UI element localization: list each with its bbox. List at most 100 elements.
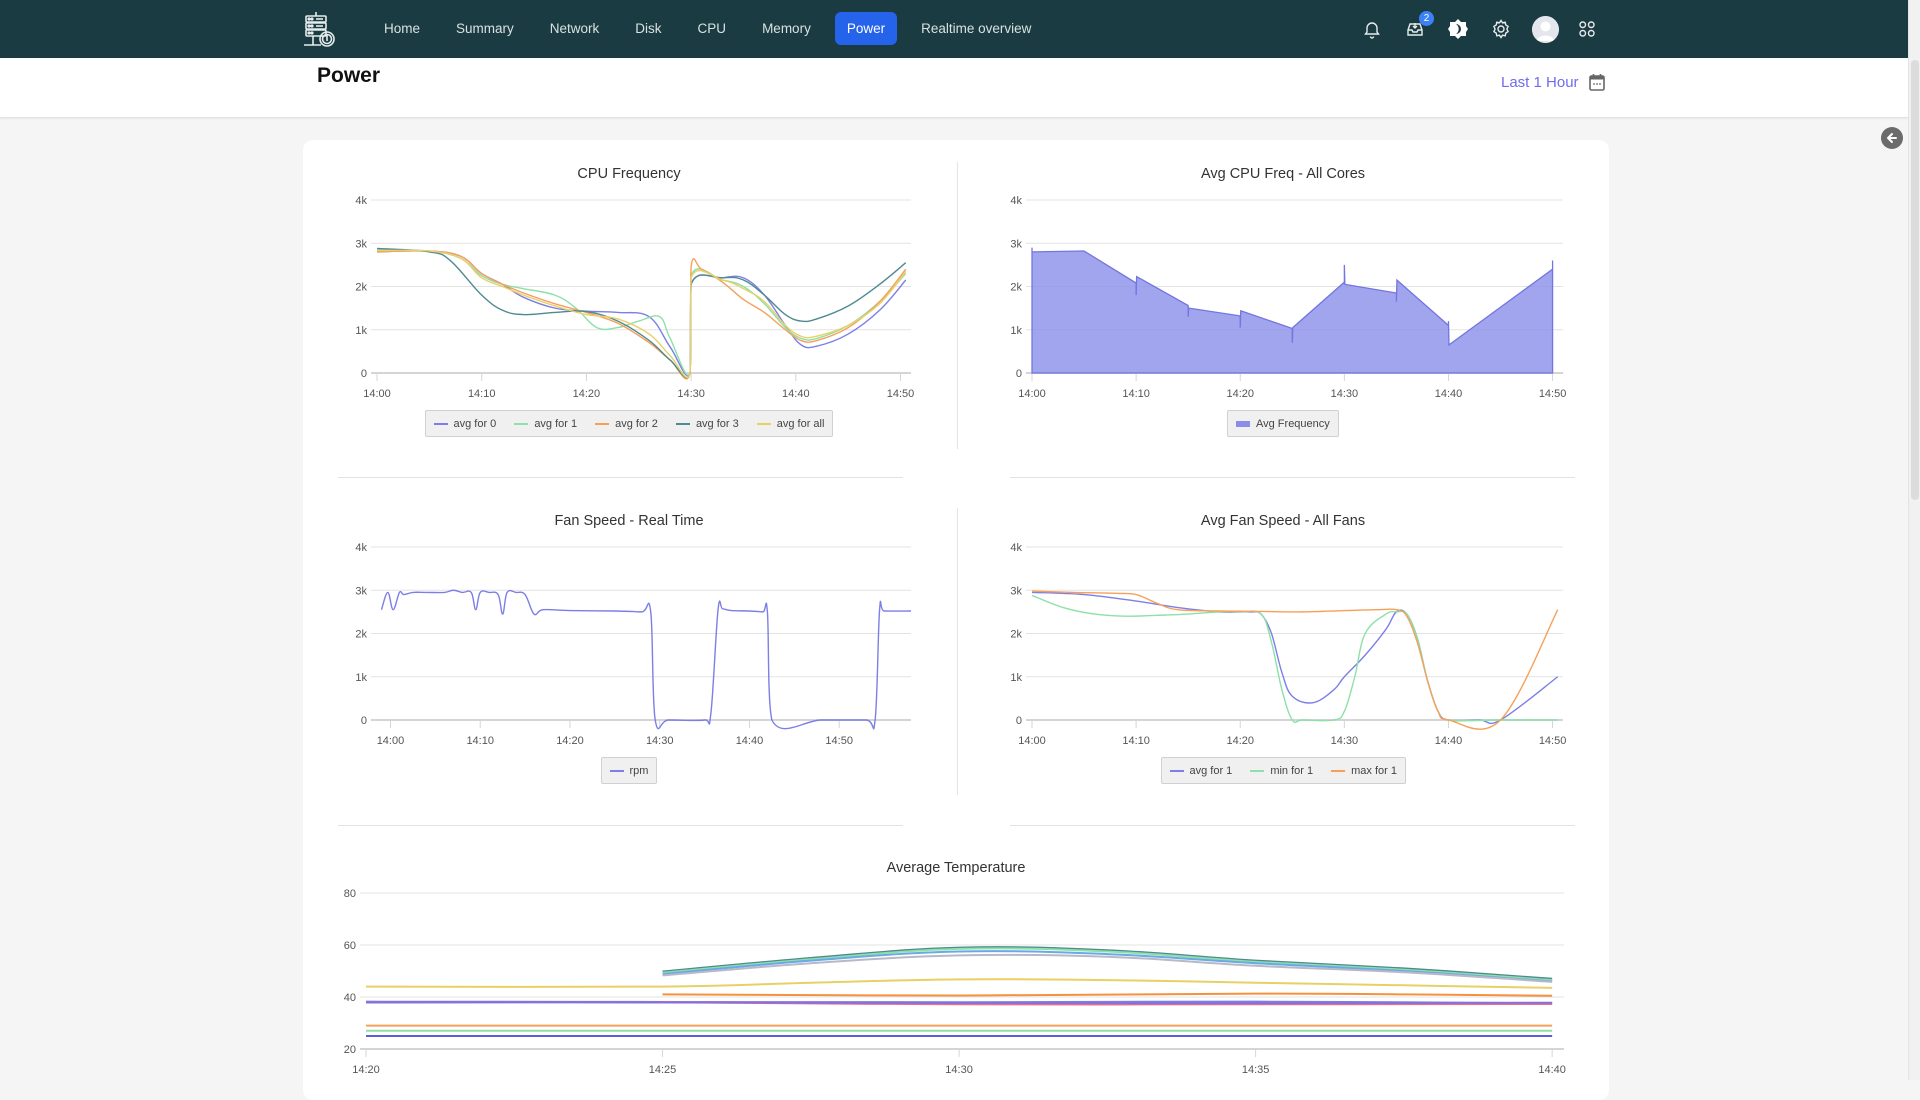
y-tick-label: 3k xyxy=(355,238,367,250)
nav-item-disk[interactable]: Disk xyxy=(623,12,673,45)
x-tick-label: 14:40 xyxy=(782,388,810,400)
y-tick-label: 1k xyxy=(355,325,367,337)
legend-swatch xyxy=(609,769,624,772)
series-line[interactable] xyxy=(662,950,1553,983)
y-tick-label: 0 xyxy=(361,368,367,380)
legend-item[interactable]: Avg Frequency xyxy=(1236,418,1330,430)
chart-avg-fan-speed: 0 1k 2k 3k 4k 14:00 14:10 14:20 14:30 14:40 14:50 xyxy=(1010,542,1566,747)
legend-item[interactable]: avg for 1 xyxy=(1169,764,1233,777)
x-tick-label: 14:20 xyxy=(573,388,601,400)
series-line[interactable] xyxy=(662,992,1553,997)
page-scrollbar[interactable] xyxy=(1908,0,1920,1080)
y-tick-label: 4k xyxy=(1010,542,1022,554)
x-tick-label: 14:40 xyxy=(736,735,764,747)
y-tick-label: 3k xyxy=(1010,238,1022,250)
x-tick-label: 14:00 xyxy=(1018,388,1046,400)
vertical-divider xyxy=(957,162,958,449)
y-tick-label: 3k xyxy=(355,585,367,597)
legend-item[interactable]: avg for 3 xyxy=(675,417,739,430)
gear-icon[interactable] xyxy=(1489,17,1513,41)
y-tick-label: 80 xyxy=(344,888,356,900)
nav-item-realtime-overview[interactable]: Realtime overview xyxy=(909,12,1043,45)
y-tick-label: 1k xyxy=(1010,672,1022,684)
series-line[interactable] xyxy=(376,250,907,377)
vertical-divider xyxy=(957,508,958,795)
y-tick-label: 2k xyxy=(1010,282,1022,294)
legend-swatch xyxy=(514,422,529,425)
legend-item[interactable]: avg for 0 xyxy=(433,418,496,430)
x-tick-label: 14:40 xyxy=(1538,1064,1566,1076)
legend-label: avg for 3 xyxy=(695,417,739,430)
avatar[interactable] xyxy=(1532,15,1559,43)
scrollbar-thumb[interactable] xyxy=(1911,60,1919,500)
legend-item[interactable]: avg for 1 xyxy=(514,418,577,430)
arrow-left-icon xyxy=(1887,133,1897,143)
x-tick-label: 14:00 xyxy=(363,388,391,400)
x-tick-label: 14:10 xyxy=(1122,735,1150,747)
legend-item[interactable]: avg for all xyxy=(756,417,825,430)
chart-fan-speed-rt: 0 1k 2k 3k 4k 14:00 14:10 14:20 14:30 14:40 14:50 xyxy=(355,542,912,747)
legend-swatch xyxy=(1236,420,1250,427)
legend-swatch xyxy=(1250,769,1265,772)
collapse-back-button[interactable] xyxy=(1881,127,1903,149)
series-line[interactable] xyxy=(376,250,907,380)
time-range-selector[interactable]: Last 1 Hour xyxy=(1501,73,1605,91)
calendar-icon xyxy=(1588,74,1605,91)
x-tick-label: 14:50 xyxy=(825,735,853,747)
x-tick-label: 14:50 xyxy=(887,388,915,400)
series-line[interactable] xyxy=(376,249,907,376)
y-tick-label: 0 xyxy=(361,715,367,727)
legend-item[interactable]: avg for 2 xyxy=(595,418,658,430)
series-line[interactable] xyxy=(1031,590,1559,730)
nav-item-cpu[interactable]: CPU xyxy=(686,12,739,45)
legend-item[interactable]: min for 1 xyxy=(1250,765,1313,777)
legend-swatch xyxy=(1331,769,1346,772)
chart-title: Avg Fan Speed - All Fans xyxy=(1200,513,1366,529)
y-tick-label: 4k xyxy=(1010,195,1022,207)
legend-item[interactable]: rpm xyxy=(609,764,649,777)
inbox-download-icon[interactable]: 2 xyxy=(1403,11,1434,41)
y-tick-label: 4k xyxy=(355,195,367,207)
nav-item-summary[interactable]: Summary xyxy=(444,12,526,45)
y-tick-label: 2k xyxy=(355,629,367,641)
nav-item-power[interactable]: Power xyxy=(834,12,898,45)
server-monitor-logo[interactable] xyxy=(303,10,339,48)
series-line[interactable] xyxy=(365,978,1553,989)
main-nav: Home Summary Network Disk CPU Memory Power Real… xyxy=(372,12,1055,45)
time-range-label: Last 1 Hour xyxy=(1501,73,1579,91)
apps-grid-icon[interactable] xyxy=(1575,17,1599,41)
legend-label: rpm xyxy=(629,764,649,777)
legend-label: avg for all xyxy=(776,417,825,430)
chart-cpu-freq: 0 1k 2k 3k 4k 14:00 14:10 14:20 14:30 14:40 14:50 xyxy=(355,195,915,400)
legend-label: max for 1 xyxy=(1351,764,1397,777)
legend-swatch xyxy=(756,422,771,425)
nav-item-memory[interactable]: Memory xyxy=(750,12,823,45)
row-divider xyxy=(338,477,903,478)
legend-item[interactable]: max for 1 xyxy=(1331,765,1397,777)
x-tick-label: 14:50 xyxy=(1539,388,1567,400)
nav-item-home[interactable]: Home xyxy=(372,12,432,45)
y-tick-label: 4k xyxy=(355,542,367,554)
theme-toggle-icon[interactable] xyxy=(1446,17,1470,41)
series-line[interactable] xyxy=(380,589,912,730)
bell-icon[interactable] xyxy=(1360,17,1384,41)
legend-label: avg for 1 xyxy=(1189,764,1233,777)
series-area[interactable] xyxy=(1031,247,1554,374)
y-tick-label: 1k xyxy=(1010,325,1022,337)
series-line[interactable] xyxy=(1031,594,1558,724)
series-line[interactable] xyxy=(365,1001,1553,1005)
chart-legend: avg for 0 avg for 1 avg for 2 avg for 3 avg … xyxy=(424,410,834,437)
chart-avg-cpu-freq: 0 1k 2k 3k 4k 14:00 14:10 14:20 14:30 14:40 14:50 xyxy=(1010,195,1567,400)
x-tick-label: 14:30 xyxy=(646,735,674,747)
legend-label: min for 1 xyxy=(1270,764,1314,777)
y-tick-label: 0 xyxy=(1016,368,1022,380)
nav-item-network[interactable]: Network xyxy=(538,12,612,45)
chart-legend: avg for 1 min for 1 max for 1 xyxy=(1160,757,1406,784)
navbar-actions: 2 xyxy=(1360,11,1618,46)
y-tick-label: 0 xyxy=(1016,715,1022,727)
top-navbar: Home Summary Network Disk CPU Memory Power Real… xyxy=(0,0,1908,58)
legend-swatch xyxy=(595,422,610,425)
y-tick-label: 2k xyxy=(355,282,367,294)
y-tick-label: 2k xyxy=(1010,629,1022,641)
x-tick-label: 14:10 xyxy=(466,735,494,747)
